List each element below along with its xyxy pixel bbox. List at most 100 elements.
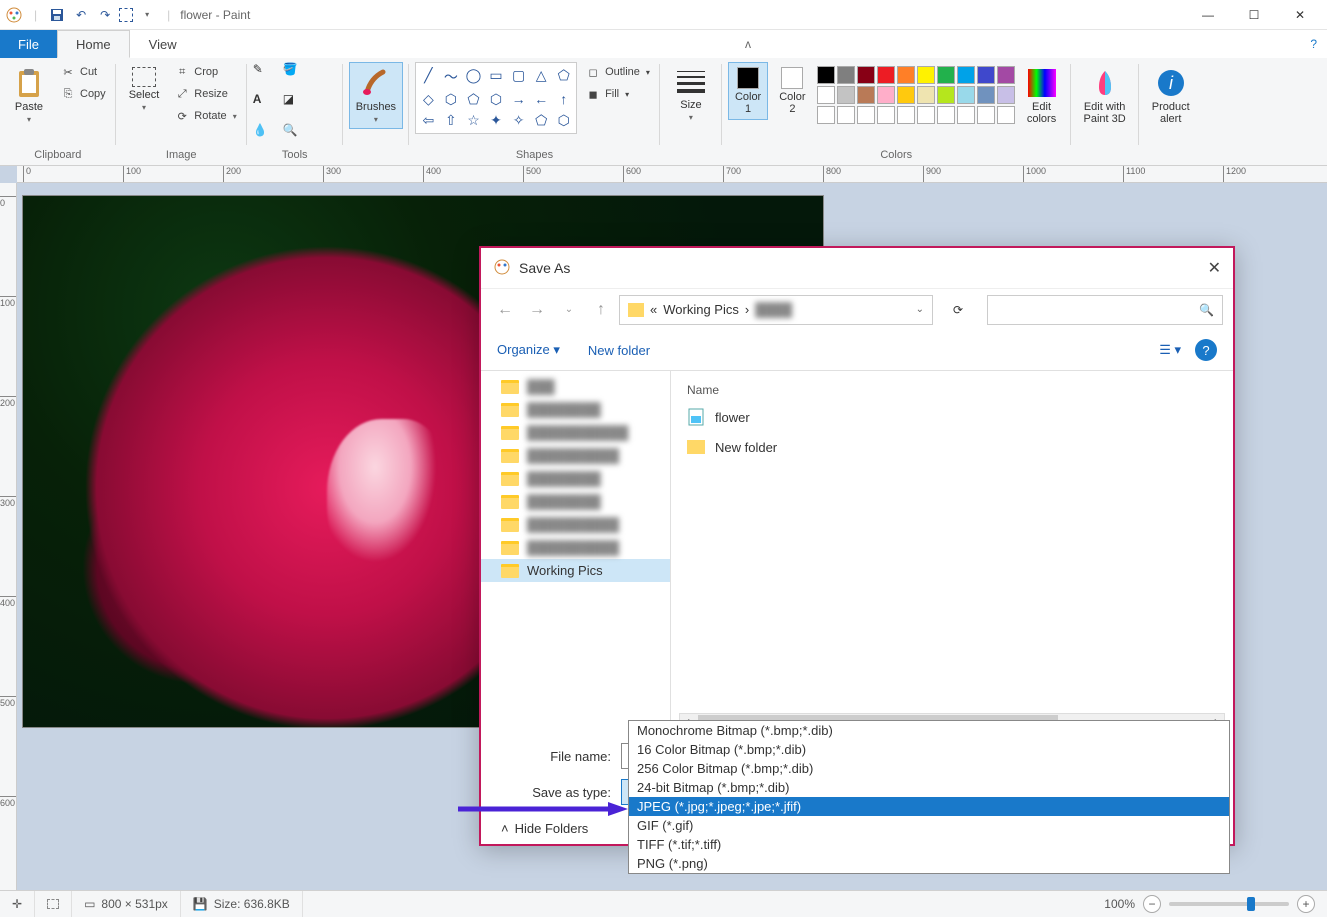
zoom-out-button[interactable]: − bbox=[1143, 895, 1161, 913]
color-swatch[interactable] bbox=[897, 106, 915, 124]
folder-tree[interactable]: ███ ████████ ███████████ ██████████ ████… bbox=[481, 371, 671, 733]
tab-view[interactable]: View bbox=[130, 30, 196, 58]
size-button[interactable]: Size ▾ bbox=[666, 62, 716, 127]
hide-folders-button[interactable]: ˄Hide Folders bbox=[501, 821, 588, 836]
undo-icon[interactable]: ↶ bbox=[71, 5, 91, 25]
color-swatch[interactable] bbox=[997, 86, 1015, 104]
color-swatch[interactable] bbox=[997, 106, 1015, 124]
filetype-option[interactable]: JPEG (*.jpg;*.jpeg;*.jpe;*.jfif) bbox=[629, 797, 1229, 816]
color-swatch[interactable] bbox=[977, 86, 995, 104]
color-palette[interactable] bbox=[817, 62, 1015, 124]
refresh-button[interactable]: ⟳ bbox=[943, 295, 973, 325]
edit-colors-button[interactable]: Edit colors bbox=[1019, 62, 1065, 130]
tab-home[interactable]: Home bbox=[57, 30, 130, 58]
color-swatch[interactable] bbox=[957, 86, 975, 104]
filetype-dropdown[interactable]: Monochrome Bitmap (*.bmp;*.dib)16 Color … bbox=[628, 720, 1230, 874]
color-swatch[interactable] bbox=[877, 66, 895, 84]
nav-forward-button[interactable]: → bbox=[523, 296, 551, 324]
select-rect-icon bbox=[132, 67, 156, 87]
copy-button[interactable]: ⎘Copy bbox=[56, 84, 110, 104]
filetype-option[interactable]: PNG (*.png) bbox=[629, 854, 1229, 873]
chevron-down-icon[interactable]: ⌄ bbox=[916, 304, 924, 315]
save-icon[interactable] bbox=[47, 5, 67, 25]
color-swatch[interactable] bbox=[877, 86, 895, 104]
color-swatch[interactable] bbox=[837, 66, 855, 84]
color-swatch[interactable] bbox=[957, 66, 975, 84]
file-row[interactable]: flower bbox=[687, 402, 1217, 432]
cut-button[interactable]: ✂Cut bbox=[56, 62, 110, 82]
color-swatch[interactable] bbox=[937, 86, 955, 104]
color-swatch[interactable] bbox=[997, 66, 1015, 84]
color-swatch[interactable] bbox=[817, 86, 835, 104]
qat-dropdown-icon[interactable]: ▾ bbox=[137, 5, 157, 25]
color-swatch[interactable] bbox=[937, 106, 955, 124]
select-button[interactable]: Select ▾ bbox=[122, 62, 167, 117]
zoom-in-button[interactable]: + bbox=[1297, 895, 1315, 913]
fill-button[interactable]: ◼Fill▾ bbox=[581, 84, 654, 104]
resize-button[interactable]: ⤢Resize bbox=[170, 84, 240, 104]
pencil-icon[interactable]: ✎ bbox=[253, 62, 279, 88]
new-folder-button[interactable]: New folder bbox=[588, 343, 650, 358]
shapes-gallery[interactable]: ╱〜◯▭▢△⬠ ◇⬡⬠⬡→←↑ ⇦⇧☆✦✧⬠⬡ bbox=[415, 62, 577, 134]
color1-button[interactable]: Color 1 bbox=[728, 62, 768, 120]
nav-recent-button[interactable]: ⌄ bbox=[555, 296, 583, 324]
brushes-button[interactable]: Brushes ▾ bbox=[349, 62, 403, 129]
crop-button[interactable]: ⌗Crop bbox=[170, 62, 240, 82]
product-alert-button[interactable]: i Product alert bbox=[1145, 62, 1197, 130]
color-swatch[interactable] bbox=[897, 86, 915, 104]
picker-icon[interactable]: 💧 bbox=[253, 123, 279, 149]
ruler-vertical: 0100200300400500600 bbox=[0, 183, 17, 890]
bucket-icon[interactable]: 🪣 bbox=[283, 62, 309, 88]
redo-icon[interactable]: ↷ bbox=[95, 5, 115, 25]
color-swatch[interactable] bbox=[817, 106, 835, 124]
maximize-button[interactable]: ☐ bbox=[1231, 0, 1277, 30]
filetype-option[interactable]: 256 Color Bitmap (*.bmp;*.dib) bbox=[629, 759, 1229, 778]
color-swatch[interactable] bbox=[937, 66, 955, 84]
filetype-option[interactable]: TIFF (*.tif;*.tiff) bbox=[629, 835, 1229, 854]
zoom-slider[interactable] bbox=[1169, 902, 1289, 906]
file-list[interactable]: Name flowerNew folder ‹ › bbox=[671, 371, 1233, 733]
dialog-close-button[interactable]: ✕ bbox=[1208, 258, 1221, 278]
ribbon-collapse-icon[interactable]: ʌ bbox=[735, 30, 761, 58]
column-name-header[interactable]: Name bbox=[687, 379, 1217, 402]
filetype-option[interactable]: 16 Color Bitmap (*.bmp;*.dib) bbox=[629, 740, 1229, 759]
filetype-option[interactable]: Monochrome Bitmap (*.bmp;*.dib) bbox=[629, 721, 1229, 740]
color-swatch[interactable] bbox=[977, 66, 995, 84]
filetype-option[interactable]: GIF (*.gif) bbox=[629, 816, 1229, 835]
eraser-icon[interactable]: ◪ bbox=[283, 92, 309, 118]
filetype-option[interactable]: 24-bit Bitmap (*.bmp;*.dib) bbox=[629, 778, 1229, 797]
select-qat-icon[interactable] bbox=[119, 8, 133, 22]
color-swatch[interactable] bbox=[977, 106, 995, 124]
color-swatch[interactable] bbox=[957, 106, 975, 124]
color-swatch[interactable] bbox=[917, 86, 935, 104]
close-button[interactable]: ✕ bbox=[1277, 0, 1323, 30]
color-swatch[interactable] bbox=[817, 66, 835, 84]
organize-menu[interactable]: Organize ▾ bbox=[497, 342, 560, 358]
view-menu[interactable]: ☰ ▾ bbox=[1159, 342, 1181, 358]
minimize-button[interactable]: — bbox=[1185, 0, 1231, 30]
color-swatch[interactable] bbox=[837, 86, 855, 104]
search-input[interactable]: 🔍 bbox=[987, 295, 1223, 325]
color-swatch[interactable] bbox=[917, 66, 935, 84]
color-swatch[interactable] bbox=[917, 106, 935, 124]
rotate-button[interactable]: ⟳Rotate▾ bbox=[170, 106, 240, 126]
nav-back-button[interactable]: ← bbox=[491, 296, 519, 324]
help-icon[interactable]: ? bbox=[1300, 30, 1327, 58]
color-swatch[interactable] bbox=[857, 106, 875, 124]
color-swatch[interactable] bbox=[877, 106, 895, 124]
magnifier-icon[interactable]: 🔍 bbox=[283, 123, 309, 149]
tab-file[interactable]: File bbox=[0, 30, 57, 58]
color-swatch[interactable] bbox=[857, 66, 875, 84]
address-bar[interactable]: « Working Pics › ████ ⌄ bbox=[619, 295, 933, 325]
nav-up-button[interactable]: ↑ bbox=[587, 296, 615, 324]
color-swatch[interactable] bbox=[837, 106, 855, 124]
paint3d-button[interactable]: Edit with Paint 3D bbox=[1077, 62, 1133, 130]
color-swatch[interactable] bbox=[857, 86, 875, 104]
outline-button[interactable]: ◻Outline▾ bbox=[581, 62, 654, 82]
text-icon[interactable]: A bbox=[253, 92, 279, 118]
color2-button[interactable]: Color 2 bbox=[772, 62, 812, 120]
color-swatch[interactable] bbox=[897, 66, 915, 84]
file-row[interactable]: New folder bbox=[687, 432, 1217, 462]
dialog-help-button[interactable]: ? bbox=[1195, 339, 1217, 361]
paste-button[interactable]: Paste ▾ bbox=[6, 62, 52, 129]
